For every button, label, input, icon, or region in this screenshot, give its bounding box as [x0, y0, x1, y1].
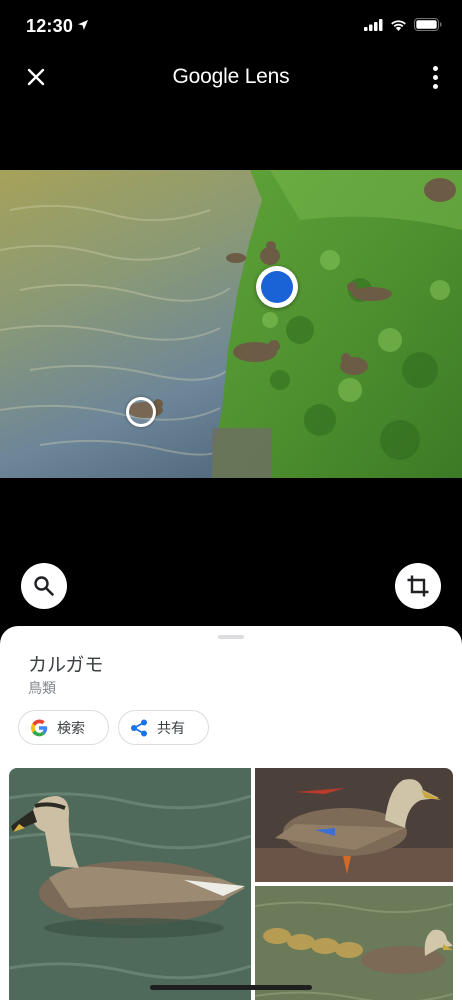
google-g-icon: [30, 718, 48, 736]
cellular-signal-icon: [364, 18, 383, 31]
photo-scene: [0, 170, 462, 478]
more-options-button[interactable]: [430, 63, 440, 91]
search-chip[interactable]: 検索: [18, 710, 109, 745]
captured-photo[interactable]: [0, 170, 462, 478]
image-results-grid: [9, 768, 453, 1000]
duck-image: [9, 768, 251, 1000]
home-indicator: [150, 985, 312, 990]
search-button[interactable]: [21, 563, 67, 609]
more-dot-icon: [432, 65, 438, 71]
selected-object-dot[interactable]: [256, 266, 298, 308]
duck-image: [255, 886, 453, 1000]
share-icon: [131, 719, 147, 736]
object-dot[interactable]: [126, 397, 156, 427]
crop-icon: [407, 575, 429, 597]
result-subtitle: 鳥類: [28, 681, 56, 697]
location-arrow-icon: [78, 20, 88, 30]
app-title: Google Lens: [172, 65, 290, 88]
more-dot-icon: [432, 83, 438, 89]
image-result[interactable]: [255, 886, 453, 1000]
image-result[interactable]: [255, 768, 453, 882]
result-title: カルガモ: [28, 654, 104, 676]
search-chip-label: 検索: [57, 720, 85, 737]
top-bar: Google Lens: [0, 55, 462, 101]
status-indicators: [364, 18, 442, 31]
duck-image: [255, 768, 453, 882]
more-dot-icon: [432, 74, 438, 80]
status-bar: 12:30: [0, 0, 462, 52]
wifi-icon: [391, 19, 406, 31]
battery-icon: [414, 18, 442, 31]
status-time: 12:30: [26, 16, 74, 36]
result-sheet: カルガモ 鳥類 検索 共有: [0, 626, 462, 1000]
sheet-drag-handle[interactable]: [218, 635, 244, 639]
crop-button[interactable]: [395, 563, 441, 609]
share-chip-label: 共有: [157, 720, 185, 737]
search-icon: [34, 576, 54, 596]
image-result[interactable]: [9, 768, 251, 1000]
share-chip[interactable]: 共有: [118, 710, 209, 745]
